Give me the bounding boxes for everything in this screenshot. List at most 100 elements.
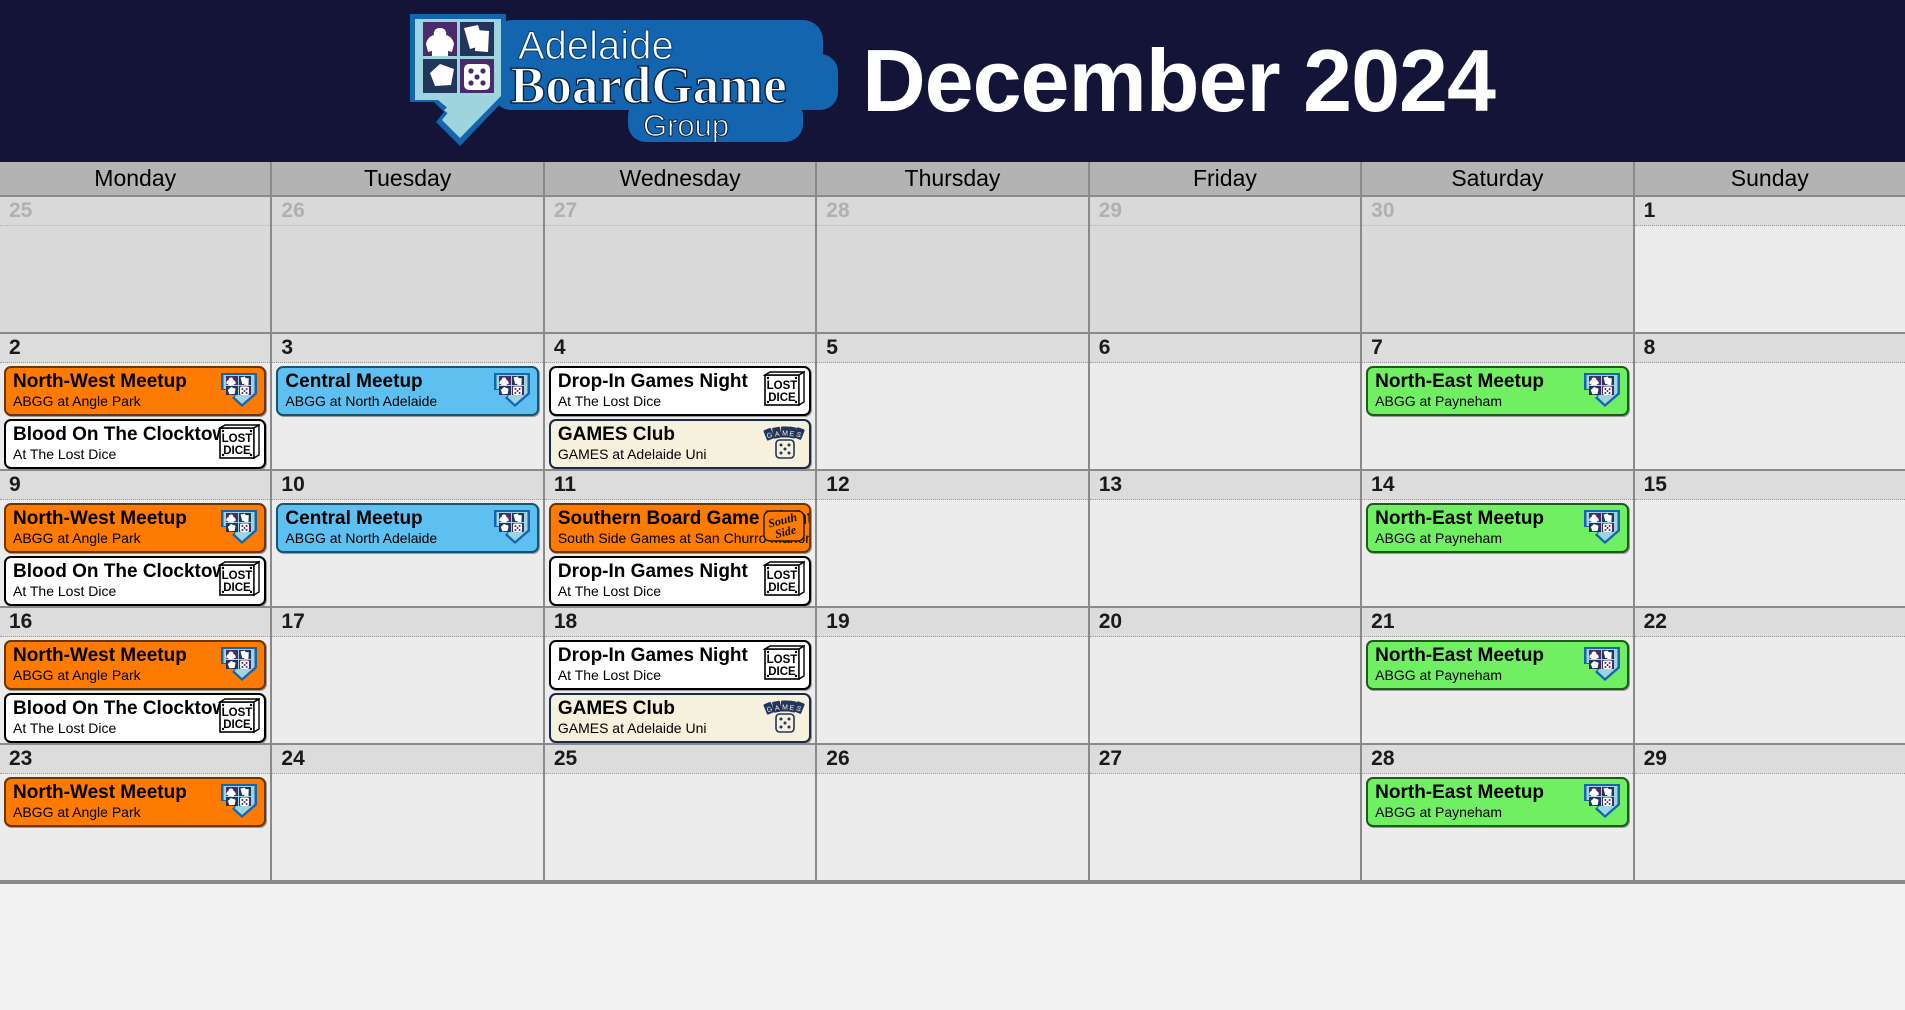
calendar-day-cell[interactable]: 29 xyxy=(1089,197,1361,332)
calendar-event[interactable]: Drop-In Games Night At The Lost Dice LOST… xyxy=(548,556,812,606)
calendar-event[interactable]: North-West Meetup ABGG at Angle Park xyxy=(4,777,267,827)
event-spacer xyxy=(276,640,538,739)
day-events-list xyxy=(817,774,1087,880)
abgg-logo-icon xyxy=(218,371,260,409)
event-spacer xyxy=(821,503,1083,602)
weekday-header-tuesday: Tuesday xyxy=(272,162,543,195)
day-number-strip: 15 xyxy=(1634,471,1905,500)
calendar-event[interactable]: GAMES Club GAMES at Adelaide Uni G A M E … xyxy=(548,693,812,743)
day-events-list: Central Meetup ABGG at North Adelaide xyxy=(272,500,542,606)
calendar-day-cell[interactable]: 23 North-West Meetup ABGG at Angle Park xyxy=(0,745,271,880)
day-number-strip: 28 xyxy=(1362,745,1633,774)
calendar-day-cell[interactable]: 18 Drop-In Games Night At The Lost Dice LO… xyxy=(544,608,816,743)
calendar-week-row: 25 26 27 28 29 30 1 xyxy=(0,197,1905,332)
calendar-day-cell[interactable]: 10 Central Meetup ABGG at North Adelaide xyxy=(272,471,543,606)
day-number-strip: 22 xyxy=(1634,608,1905,637)
calendar-event[interactable]: GAMES Club GAMES at Adelaide Uni G A M E … xyxy=(548,419,812,469)
calendar-day-cell[interactable]: 6 xyxy=(1089,334,1361,469)
calendar-day-cell[interactable]: 30 xyxy=(1362,197,1633,332)
calendar-day-cell[interactable]: 19 xyxy=(817,608,1088,743)
event-title: North-West Meetup xyxy=(13,371,187,392)
event-subtitle: ABGG at Payneham xyxy=(1375,667,1502,683)
day-number-strip: 10 xyxy=(272,471,543,500)
calendar-day-cell[interactable]: 24 xyxy=(272,745,543,880)
calendar-day-cell[interactable]: 5 xyxy=(817,334,1088,469)
calendar-event[interactable]: North-West Meetup ABGG at Angle Park xyxy=(4,503,267,553)
day-number-strip: 9 xyxy=(0,471,271,500)
calendar-day-cell[interactable]: 15 xyxy=(1634,471,1905,606)
calendar-day-cell[interactable]: 27 xyxy=(1089,745,1361,880)
calendar-event[interactable]: Southern Board Game Night South Side Game… xyxy=(548,503,812,553)
calendar-event[interactable]: North-West Meetup ABGG at Angle Park xyxy=(4,640,267,690)
day-number-strip: 27 xyxy=(544,197,816,226)
day-number: 28 xyxy=(1371,747,1395,770)
event-title: Drop-In Games Night xyxy=(557,645,748,666)
calendar-day-cell[interactable]: 9 North-West Meetup ABGG at Angle Park Blo… xyxy=(0,471,271,606)
calendar-event[interactable]: Central Meetup ABGG at North Adelaide xyxy=(276,503,539,553)
day-events-list xyxy=(272,774,542,880)
day-events-list: Southern Board Game Night South Side Game… xyxy=(545,500,815,606)
calendar-day-cell[interactable]: 8 xyxy=(1634,334,1905,469)
day-number: 26 xyxy=(281,199,305,222)
calendar-day-cell[interactable]: 2 North-West Meetup ABGG at Angle Park Blo… xyxy=(0,334,271,469)
lost-dice-logo-icon: LOST DICE xyxy=(763,561,806,599)
abgg-logo-icon xyxy=(491,508,533,546)
calendar-event[interactable]: North-East Meetup ABGG at Payneham xyxy=(1366,640,1629,690)
day-events-list xyxy=(272,637,542,743)
day-number: 28 xyxy=(826,199,850,222)
calendar-event[interactable]: North-East Meetup ABGG at Payneham xyxy=(1366,503,1629,553)
calendar-day-cell[interactable]: 12 xyxy=(817,471,1088,606)
calendar-day-cell[interactable]: 22 xyxy=(1634,608,1905,743)
calendar-event[interactable]: Blood On The Clocktower At The Lost Dice … xyxy=(4,556,267,606)
calendar-event[interactable]: Drop-In Games Night At The Lost Dice LOST… xyxy=(548,366,812,416)
calendar-event[interactable]: North-West Meetup ABGG at Angle Park xyxy=(4,366,267,416)
day-number: 3 xyxy=(281,336,294,359)
calendar-event[interactable]: Drop-In Games Night At The Lost Dice LOST… xyxy=(548,640,812,690)
games-club-logo-icon: G A M E S xyxy=(763,698,805,736)
calendar-day-cell[interactable]: 25 xyxy=(0,197,271,332)
calendar-event[interactable]: North-East Meetup ABGG at Payneham xyxy=(1366,777,1629,827)
event-title: GAMES Club xyxy=(557,424,676,445)
day-number-strip: 25 xyxy=(544,745,816,774)
calendar-day-cell[interactable]: 3 Central Meetup ABGG at North Adelaide xyxy=(272,334,543,469)
calendar-day-cell[interactable]: 11 Southern Board Game Night South Side Ga… xyxy=(544,471,816,606)
abgg-logo-icon xyxy=(218,508,260,546)
day-events-list: Drop-In Games Night At The Lost Dice LOST… xyxy=(545,637,815,743)
day-number: 26 xyxy=(826,747,850,770)
event-spacer xyxy=(1366,830,1628,876)
calendar-day-cell[interactable]: 17 xyxy=(272,608,543,743)
calendar-day-cell[interactable]: 7 North-East Meetup ABGG at Payneham xyxy=(1362,334,1633,469)
calendar-day-cell[interactable]: 14 North-East Meetup ABGG at Payneham xyxy=(1362,471,1633,606)
adelaide-board-game-group-logo: Adelaide BoardGame Group xyxy=(398,6,839,156)
calendar-event[interactable]: Central Meetup ABGG at North Adelaide xyxy=(276,366,539,416)
calendar-day-cell[interactable]: 26 xyxy=(817,745,1088,880)
calendar-day-cell[interactable]: 21 North-East Meetup ABGG at Payneham xyxy=(1362,608,1633,743)
calendar-day-cell[interactable]: 28 North-East Meetup ABGG at Payneham xyxy=(1362,745,1633,880)
event-spacer xyxy=(821,777,1083,876)
calendar-event[interactable]: Blood On The Clocktower At The Lost Dice … xyxy=(4,419,267,469)
calendar-event[interactable]: Blood On The Clocktower At The Lost Dice … xyxy=(4,693,267,743)
calendar-event[interactable]: North-East Meetup ABGG at Payneham xyxy=(1366,366,1629,416)
event-spacer xyxy=(549,777,811,876)
calendar-day-cell[interactable]: 26 xyxy=(272,197,543,332)
day-number-strip: 2 xyxy=(0,334,271,363)
calendar-day-cell[interactable]: 1 xyxy=(1634,197,1905,332)
calendar-day-cell[interactable]: 28 xyxy=(817,197,1088,332)
weekday-header-saturday: Saturday xyxy=(1362,162,1633,195)
day-number: 20 xyxy=(1098,610,1123,633)
calendar-day-cell[interactable]: 29 xyxy=(1634,745,1905,880)
svg-text:DICE: DICE xyxy=(224,719,252,731)
day-number: 14 xyxy=(1371,473,1395,496)
event-spacer xyxy=(1639,503,1901,602)
day-number-strip: 29 xyxy=(1634,745,1905,774)
event-subtitle: ABGG at North Adelaide xyxy=(285,393,438,409)
calendar-day-cell[interactable]: 16 North-West Meetup ABGG at Angle Park Bl… xyxy=(0,608,271,743)
calendar-day-cell[interactable]: 27 xyxy=(544,197,816,332)
calendar-day-cell[interactable]: 4 Drop-In Games Night At The Lost Dice LOS… xyxy=(544,334,816,469)
day-number-strip: 25 xyxy=(0,197,271,226)
event-subtitle: At The Lost Dice xyxy=(557,583,662,599)
calendar-day-cell[interactable]: 13 xyxy=(1089,471,1361,606)
calendar-day-cell[interactable]: 25 xyxy=(544,745,816,880)
day-events-list xyxy=(545,774,815,880)
calendar-day-cell[interactable]: 20 xyxy=(1089,608,1361,743)
